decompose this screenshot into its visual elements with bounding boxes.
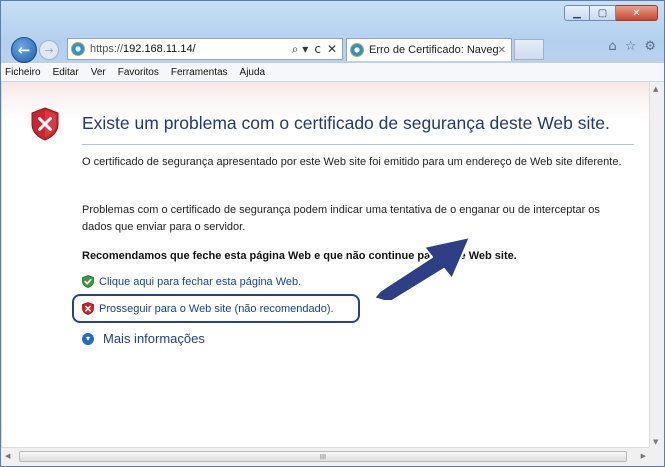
tab-close-icon[interactable]: ✕ [498, 45, 506, 56]
browser-window: ▁ ▢ ✕ ← → https://192.168.11.14/ ⌕ ▾ ᴄ ✕… [0, 0, 665, 467]
favorites-icon[interactable]: ☆ [625, 39, 637, 54]
forward-button[interactable]: → [39, 40, 59, 60]
expand-chevron-icon[interactable]: ▾ [82, 332, 94, 345]
address-bar[interactable]: https://192.168.11.14/ ⌕ ▾ ᴄ ✕ [67, 38, 343, 60]
address-url[interactable]: https://192.168.11.14/ [90, 43, 196, 55]
horizontal-scrollbar[interactable]: ◀ III ▶ [1, 447, 650, 466]
ie-logo-icon [71, 42, 85, 56]
menu-bar: Ficheiro Editar Ver Favoritos Ferramenta… [1, 63, 664, 82]
menu-ferramentas[interactable]: Ferramentas [171, 67, 228, 78]
vertical-scrollbar[interactable]: ▲ ▼ [649, 82, 664, 449]
more-information-toggle[interactable]: ▾ Mais informações [82, 331, 205, 346]
highlight-box [72, 294, 360, 323]
minimize-button[interactable]: ▁ [564, 5, 590, 21]
tab-ie-icon [350, 43, 364, 57]
certificate-mismatch-text: O certificado de segurança apresentado p… [82, 156, 622, 168]
navigation-bar: ← → https://192.168.11.14/ ⌕ ▾ ᴄ ✕ Erro … [1, 29, 664, 63]
new-tab-button[interactable] [514, 39, 544, 60]
scrollbar-thumb[interactable]: III [19, 451, 627, 462]
toolbar-icons: ⌂ ☆ ⚙ [608, 39, 656, 54]
close-window-button[interactable]: ✕ [616, 5, 658, 21]
search-dropdown-icon[interactable]: ⌕ ▾ [292, 42, 309, 57]
scroll-grip-icon: III [319, 452, 327, 461]
menu-ficheiro[interactable]: Ficheiro [5, 67, 41, 78]
menu-ajuda[interactable]: Ajuda [240, 67, 266, 78]
shield-error-icon [31, 107, 59, 141]
tab-title: Erro de Certificado: Navega... [369, 44, 498, 56]
home-icon[interactable]: ⌂ [608, 39, 616, 54]
close-page-link-label[interactable]: Clique aqui para fechar esta página Web. [99, 276, 301, 288]
stop-icon[interactable]: ✕ [327, 42, 337, 57]
callout-arrow-icon [373, 236, 471, 301]
page-content: Existe um problema com o certificado de … [1, 82, 650, 449]
tools-gear-icon[interactable]: ⚙ [644, 39, 656, 54]
maximize-button[interactable]: ▢ [590, 5, 616, 21]
scroll-up-icon[interactable]: ▲ [653, 85, 658, 93]
scrollbar-corner [649, 447, 664, 466]
menu-favoritos[interactable]: Favoritos [118, 67, 159, 78]
more-information-label[interactable]: Mais informações [103, 331, 205, 346]
refresh-icon[interactable]: ᴄ [314, 42, 321, 57]
security-warning-text: Problemas com o certificado de segurança… [82, 204, 600, 233]
close-page-link[interactable]: Clique aqui para fechar esta página Web. [82, 275, 301, 288]
menu-editar[interactable]: Editar [53, 67, 79, 78]
divider [82, 144, 634, 145]
window-caption-buttons: ▁ ▢ ✕ [564, 5, 658, 21]
tab-certificate-error[interactable]: Erro de Certificado: Navega... ✕ [346, 38, 512, 61]
scroll-right-icon[interactable]: ▶ [641, 452, 646, 460]
shield-check-icon [82, 275, 94, 288]
menu-ver[interactable]: Ver [91, 67, 106, 78]
scroll-left-icon[interactable]: ◀ [5, 452, 10, 460]
page-title: Existe um problema com o certificado de … [82, 113, 610, 133]
back-button[interactable]: ← [11, 37, 37, 63]
scroll-down-icon[interactable]: ▼ [653, 438, 658, 446]
